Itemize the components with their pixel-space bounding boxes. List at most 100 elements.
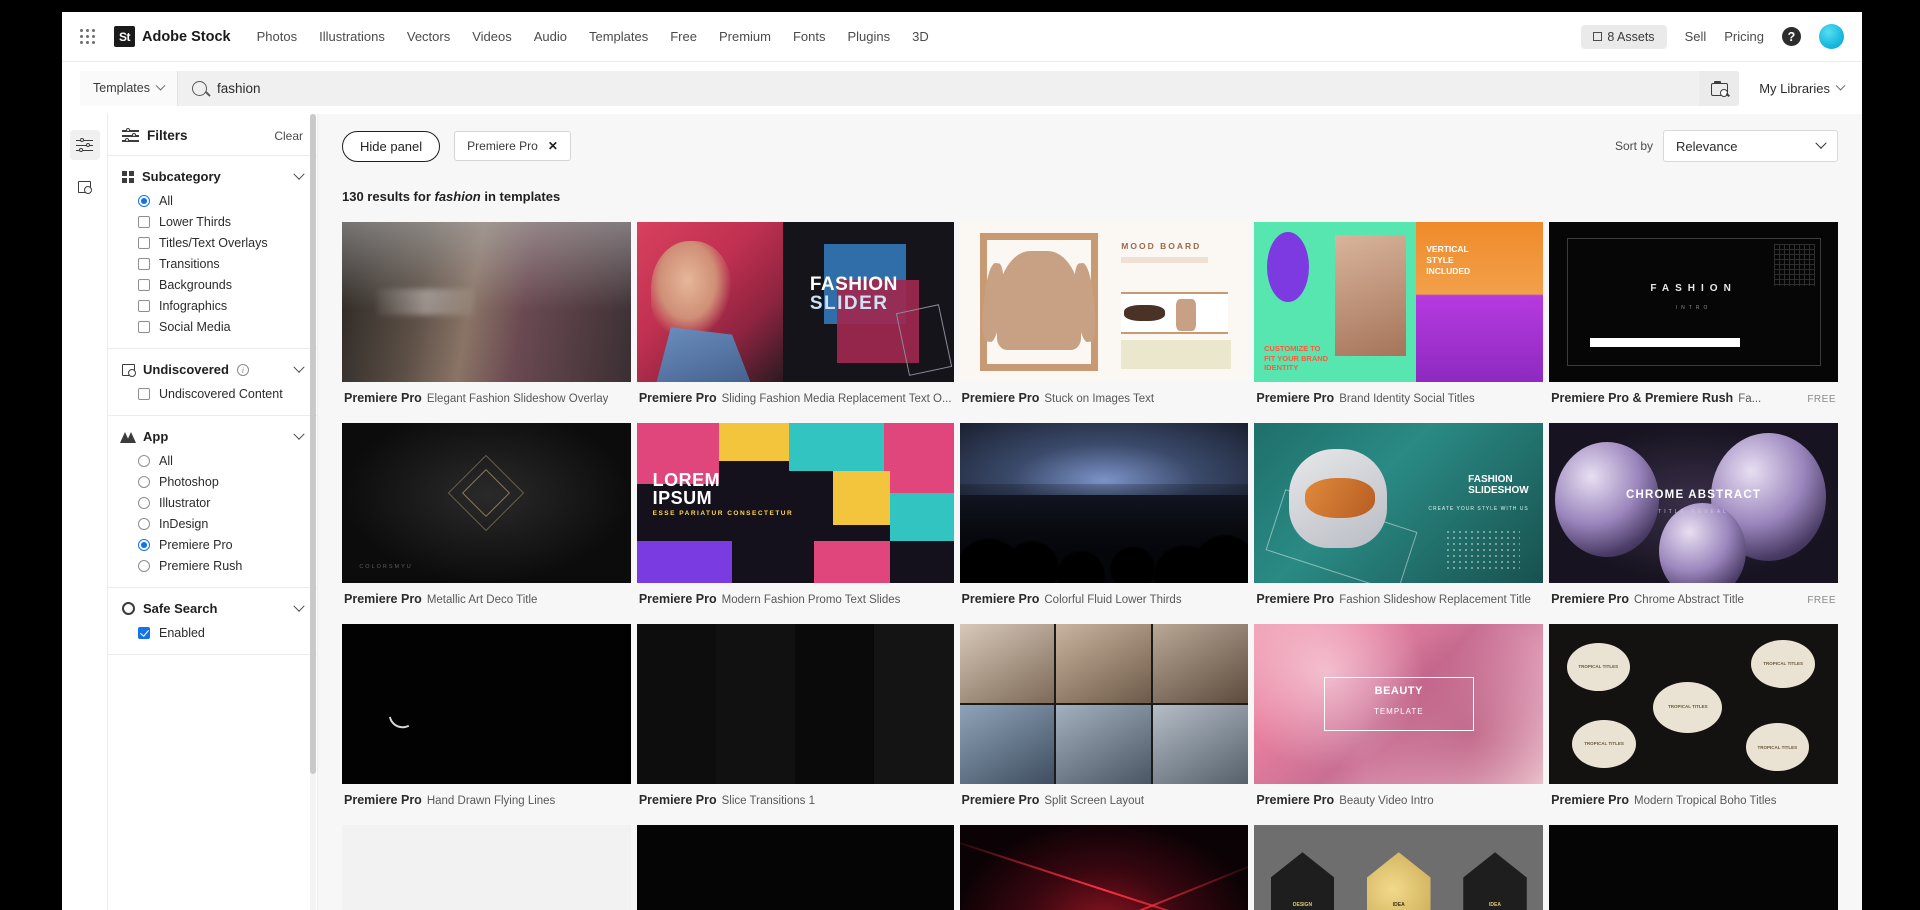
filter-section-header[interactable]: Subcategory bbox=[122, 169, 303, 184]
filter-option-app-photoshop[interactable]: Photoshop bbox=[138, 475, 303, 489]
result-thumbnail[interactable]: FASHION INTRO bbox=[1549, 222, 1838, 382]
filter-option-app-indesign[interactable]: InDesign bbox=[138, 517, 303, 531]
visual-search-button[interactable] bbox=[1699, 71, 1739, 106]
radio-icon[interactable] bbox=[138, 455, 150, 467]
result-card[interactable]: CUSTOMIZE TO FIT YOUR BRAND IDENTITY VER… bbox=[1254, 222, 1543, 423]
result-thumbnail[interactable]: BEAUTY TEMPLATE bbox=[1254, 624, 1543, 784]
result-thumbnail[interactable] bbox=[637, 825, 954, 910]
result-card[interactable]: Premiere Pro Slice Transitions 1 bbox=[637, 624, 954, 825]
result-card[interactable]: CHROME ABSTRACT TITLE REVEAL Premiere Pr… bbox=[1549, 423, 1838, 624]
nav-link-free[interactable]: Free bbox=[670, 29, 697, 44]
checkbox-icon[interactable] bbox=[138, 321, 150, 333]
result-thumbnail[interactable] bbox=[960, 423, 1249, 583]
nav-link-photos[interactable]: Photos bbox=[257, 29, 297, 44]
nav-link-sell[interactable]: Sell bbox=[1685, 29, 1707, 44]
rail-visual-search-button[interactable] bbox=[70, 172, 100, 202]
filter-option-backgrounds[interactable]: Backgrounds bbox=[138, 278, 303, 292]
result-thumbnail[interactable]: FASHION SLIDER bbox=[637, 222, 954, 382]
radio-icon[interactable] bbox=[138, 497, 150, 509]
nav-link-pricing[interactable]: Pricing bbox=[1724, 29, 1764, 44]
filter-section-header[interactable]: App bbox=[122, 429, 303, 444]
filter-option-lower-thirds[interactable]: Lower Thirds bbox=[138, 215, 303, 229]
result-card[interactable] bbox=[637, 825, 954, 910]
result-card[interactable]: FASHION INTRO Premiere Pro & Premiere Ru… bbox=[1549, 222, 1838, 423]
nav-link-premium[interactable]: Premium bbox=[719, 29, 771, 44]
help-icon[interactable]: ? bbox=[1782, 27, 1801, 46]
result-card[interactable]: BVL bbox=[342, 825, 631, 910]
clear-filters-button[interactable]: Clear bbox=[274, 129, 303, 143]
result-card[interactable] bbox=[1549, 825, 1838, 910]
result-thumbnail[interactable] bbox=[960, 624, 1249, 784]
result-thumbnail[interactable]: DESIGN IDEA IDEA bbox=[1254, 825, 1543, 910]
result-card[interactable]: FASHION SLIDESHOW CREATE YOUR STYLE WITH… bbox=[1254, 423, 1543, 624]
result-card[interactable]: Premiere Pro Hand Drawn Flying Lines bbox=[342, 624, 631, 825]
nav-link-3d[interactable]: 3D bbox=[912, 29, 929, 44]
nav-link-fonts[interactable]: Fonts bbox=[793, 29, 826, 44]
assets-button[interactable]: 8 Assets bbox=[1581, 25, 1666, 49]
result-card[interactable]: Premiere Pro Elegant Fashion Slideshow O… bbox=[342, 222, 631, 423]
hide-panel-button[interactable]: Hide panel bbox=[342, 131, 440, 162]
result-thumbnail[interactable]: FASHION SLIDESHOW CREATE YOUR STYLE WITH… bbox=[1254, 423, 1543, 583]
filter-option-social-media[interactable]: Social Media bbox=[138, 320, 303, 334]
result-card[interactable]: MOOD BOARD Premiere Pro Stuck on Images … bbox=[960, 222, 1249, 423]
nav-link-audio[interactable]: Audio bbox=[534, 29, 567, 44]
result-card[interactable]: FASHION SLIDER Premiere Pro Sliding Fash… bbox=[637, 222, 954, 423]
filter-option-app-premiere-pro[interactable]: Premiere Pro bbox=[138, 538, 303, 552]
my-libraries-dropdown[interactable]: My Libraries bbox=[1759, 81, 1844, 96]
result-card[interactable]: Premiere Pro Colorful Fluid Lower Thirds bbox=[960, 423, 1249, 624]
filter-option-all[interactable]: All bbox=[138, 194, 303, 208]
result-thumbnail[interactable]: CUSTOMIZE TO FIT YOUR BRAND IDENTITY VER… bbox=[1254, 222, 1543, 382]
filter-option-transitions[interactable]: Transitions bbox=[138, 257, 303, 271]
result-thumbnail[interactable] bbox=[637, 624, 954, 784]
filters-scrollbar-thumb[interactable] bbox=[310, 114, 316, 774]
nav-link-videos[interactable]: Videos bbox=[472, 29, 512, 44]
radio-icon[interactable] bbox=[138, 195, 150, 207]
result-card[interactable]: LOREM IPSUM ESSE PARIATUR CONSECTETUR Pr… bbox=[637, 423, 954, 624]
result-card[interactable] bbox=[960, 825, 1249, 910]
avatar[interactable] bbox=[1819, 24, 1844, 49]
filter-section-header[interactable]: Safe Search bbox=[122, 601, 303, 616]
radio-icon[interactable] bbox=[138, 560, 150, 572]
result-thumbnail[interactable] bbox=[342, 624, 631, 784]
result-thumbnail[interactable] bbox=[960, 825, 1249, 910]
radio-icon[interactable] bbox=[138, 539, 150, 551]
result-card[interactable]: BEAUTY TEMPLATE Premiere Pro Beauty Vide… bbox=[1254, 624, 1543, 825]
checkbox-icon[interactable] bbox=[138, 237, 150, 249]
result-thumbnail[interactable]: TROPICAL TITLES TROPICAL TITLES TROPICAL… bbox=[1549, 624, 1838, 784]
result-card[interactable]: TROPICAL TITLES TROPICAL TITLES TROPICAL… bbox=[1549, 624, 1838, 825]
checkbox-icon[interactable] bbox=[138, 300, 150, 312]
filter-option-app-illustrator[interactable]: Illustrator bbox=[138, 496, 303, 510]
checkbox-icon[interactable] bbox=[138, 388, 150, 400]
nav-link-illustrations[interactable]: Illustrations bbox=[319, 29, 385, 44]
filter-option-undiscovered-content[interactable]: Undiscovered Content bbox=[138, 387, 303, 401]
result-card[interactable]: Premiere Pro Split Screen Layout bbox=[960, 624, 1249, 825]
nav-link-templates[interactable]: Templates bbox=[589, 29, 648, 44]
search-input[interactable] bbox=[217, 81, 1699, 96]
search-category-dropdown[interactable]: Templates bbox=[80, 71, 178, 106]
info-icon[interactable]: i bbox=[237, 364, 249, 376]
filter-option-safe-search-enabled[interactable]: Enabled bbox=[138, 626, 303, 640]
nav-link-plugins[interactable]: Plugins bbox=[848, 29, 891, 44]
rail-filters-button[interactable] bbox=[70, 130, 100, 160]
result-card[interactable]: COLORSMYU Premiere Pro Metallic Art Deco… bbox=[342, 423, 631, 624]
result-thumbnail[interactable] bbox=[1549, 825, 1838, 910]
checkbox-icon[interactable] bbox=[138, 627, 150, 639]
checkbox-icon[interactable] bbox=[138, 216, 150, 228]
filter-option-app-all[interactable]: All bbox=[138, 454, 303, 468]
result-thumbnail[interactable]: MOOD BOARD bbox=[960, 222, 1249, 382]
result-thumbnail[interactable]: COLORSMYU bbox=[342, 423, 631, 583]
filter-option-app-premiere-rush[interactable]: Premiere Rush bbox=[138, 559, 303, 573]
filter-option-titles-text-overlays[interactable]: Titles/Text Overlays bbox=[138, 236, 303, 250]
result-thumbnail[interactable]: BVL bbox=[342, 825, 631, 910]
result-thumbnail[interactable]: LOREM IPSUM ESSE PARIATUR CONSECTETUR bbox=[637, 423, 954, 583]
close-icon[interactable]: ✕ bbox=[548, 139, 558, 153]
nav-link-vectors[interactable]: Vectors bbox=[407, 29, 450, 44]
filter-section-header[interactable]: Undiscovered i bbox=[122, 362, 303, 377]
checkbox-icon[interactable] bbox=[138, 258, 150, 270]
checkbox-icon[interactable] bbox=[138, 279, 150, 291]
result-thumbnail[interactable] bbox=[342, 222, 631, 382]
adobe-stock-logo[interactable]: St Adobe Stock bbox=[114, 26, 231, 47]
result-thumbnail[interactable]: CHROME ABSTRACT TITLE REVEAL bbox=[1549, 423, 1838, 583]
sort-by-select[interactable]: Relevance bbox=[1663, 130, 1838, 162]
radio-icon[interactable] bbox=[138, 476, 150, 488]
